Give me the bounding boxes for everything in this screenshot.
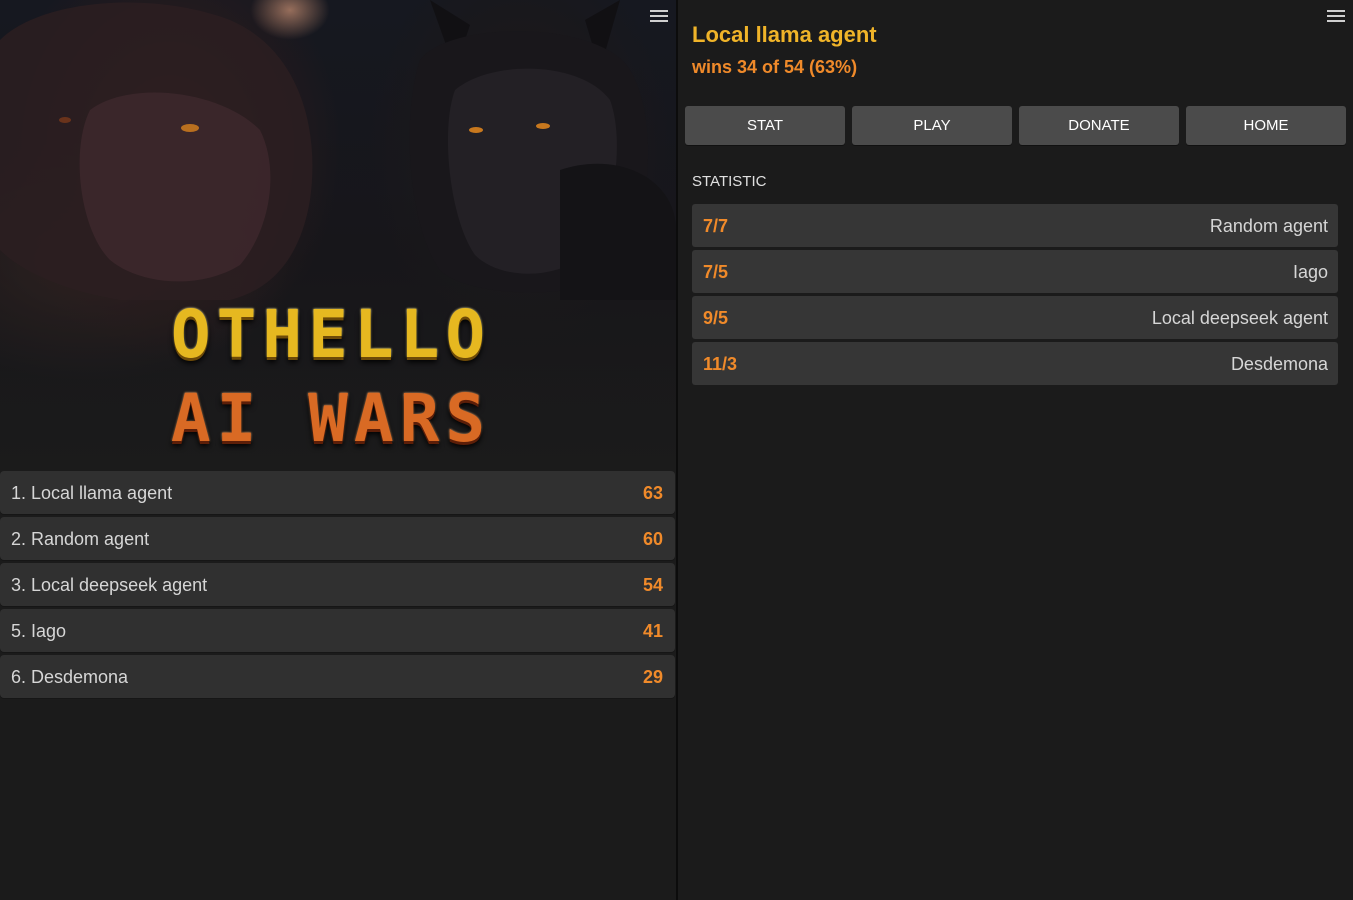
app-window: OTHELLO AI WARS 1. Local llama agent 63 … [0,0,1353,900]
statistic-score: 7/7 [703,216,729,236]
left-warrior-eye [181,124,199,132]
statistic-opponent: Local deepseek agent [1151,308,1328,328]
statistic-section-title: STATISTIC [692,173,767,190]
statistic-score: 7/5 [703,262,729,282]
leaderboard-agent-name: 1. Local llama agent [11,483,173,503]
agent-title: Local llama agent [692,22,877,47]
leaderboard-agent-score: 63 [642,483,663,503]
home-button[interactable]: HOME [1186,106,1346,145]
statistic-row[interactable]: 9/5 Local deepseek agent [692,296,1338,339]
leaderboard-row[interactable]: 2. Random agent 60 [0,517,675,560]
nav-button-bar: STAT PLAY DONATE HOME [685,106,1347,145]
leaderboard-agent-score: 41 [642,621,663,641]
leaderboard-agent-name: 2. Random agent [11,529,150,549]
logo-title-ai-wars: AI WARS [170,380,492,457]
statistic-score: 9/5 [703,308,729,328]
hamburger-menu-icon[interactable] [649,7,669,25]
agent-detail-pane: Local llama agent wins 34 of 54 (63%) ST… [678,0,1353,900]
right-warrior-shoulder [560,163,676,300]
statistic-opponent: Desdemona [1230,354,1328,374]
leaderboard-agent-score: 29 [642,667,663,687]
leaderboard-agent-name: 6. Desdemona [11,667,129,687]
hero-banner: OTHELLO AI WARS [0,0,676,468]
play-button[interactable]: PLAY [852,106,1012,145]
statistic-row[interactable]: 11/3 Desdemona [692,342,1338,385]
donate-button[interactable]: DONATE [1019,106,1179,145]
logo-title-othello: OTHELLO [170,296,492,373]
leaderboard-row[interactable]: 6. Desdemona 29 [0,655,675,698]
left-warrior-face-shade [79,92,271,282]
right-warrior-eye [469,127,483,133]
right-warrior-eye [536,123,550,129]
agent-wins-summary: wins 34 of 54 (63%) [692,57,858,77]
leaderboard-row[interactable]: 3. Local deepseek agent 54 [0,563,675,606]
hamburger-menu-icon[interactable] [1326,7,1346,25]
leaderboard-agent-score: 54 [642,575,663,595]
statistic-row[interactable]: 7/5 Iago [692,250,1338,293]
statistic-list: 7/7 Random agent 7/5 Iago 9/5 Local deep… [692,204,1338,388]
leaderboard-agent-name: 3. Local deepseek agent [11,575,208,595]
leaderboard-row[interactable]: 5. Iago 41 [0,609,675,652]
left-warrior-eye [59,117,71,123]
statistic-row[interactable]: 7/7 Random agent [692,204,1338,247]
leaderboard-agent-name: 5. Iago [11,621,67,641]
statistic-opponent: Random agent [1209,216,1328,236]
leaderboard-list: 1. Local llama agent 63 2. Random agent … [0,471,675,701]
statistic-score: 11/3 [703,354,738,374]
leaderboard-agent-score: 60 [642,529,663,549]
leaderboard-pane: OTHELLO AI WARS 1. Local llama agent 63 … [0,0,676,900]
leaderboard-row[interactable]: 1. Local llama agent 63 [0,471,675,514]
stat-button[interactable]: STAT [685,106,845,145]
statistic-opponent: Iago [1292,262,1328,282]
